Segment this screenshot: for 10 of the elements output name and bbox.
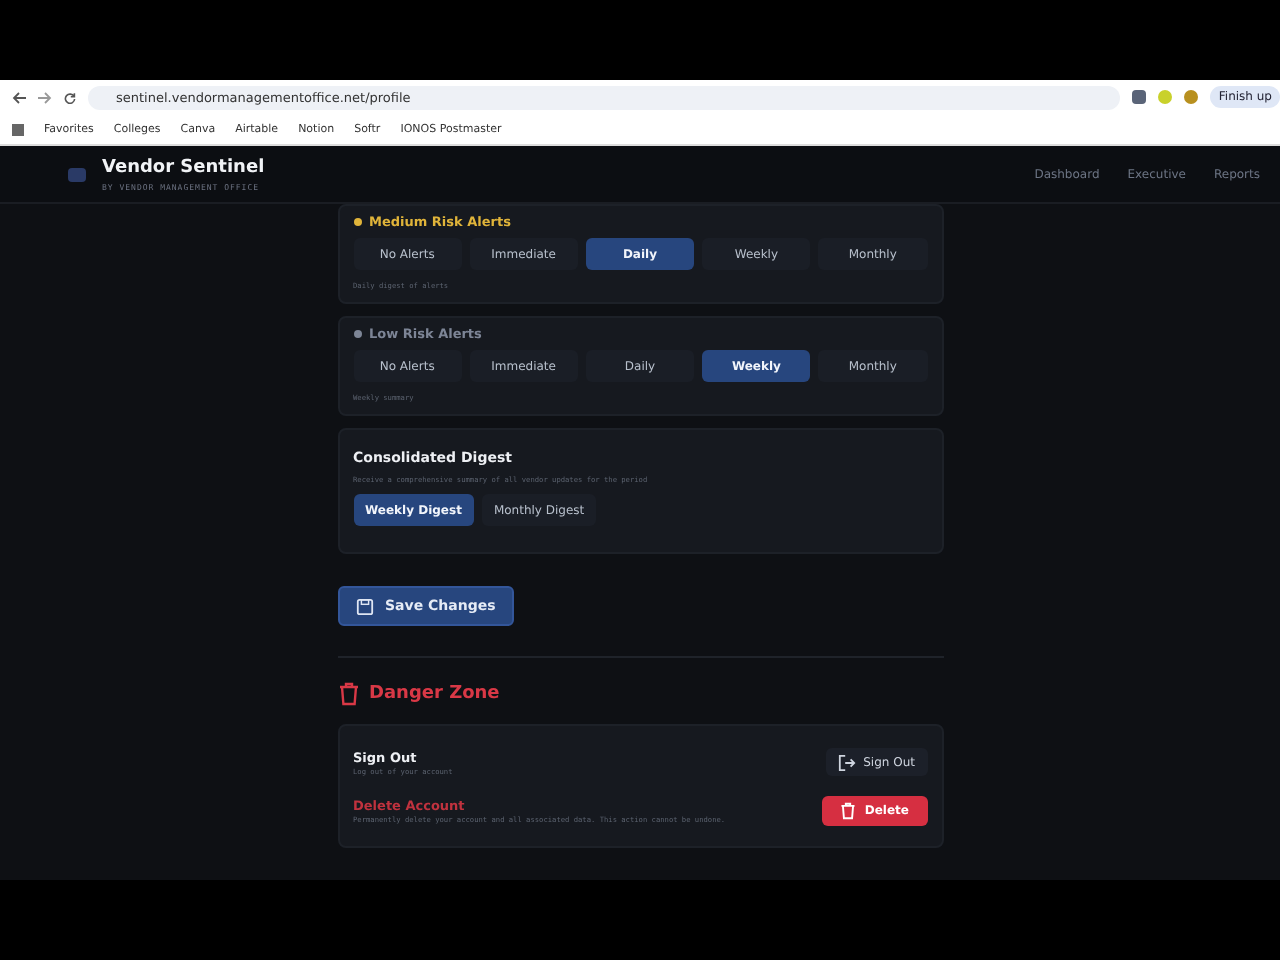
trash-icon <box>337 682 359 706</box>
forward-icon[interactable] <box>38 91 52 103</box>
trash-icon <box>840 801 857 819</box>
avatar-icon[interactable] <box>1184 90 1199 104</box>
logo-icon <box>68 167 86 181</box>
app-title: Vendor Sentinel <box>102 157 265 177</box>
danger-zone-title: Danger Zone <box>369 684 500 704</box>
sign-out-icon <box>837 753 856 771</box>
reload-icon[interactable] <box>64 91 76 103</box>
back-icon[interactable] <box>12 91 26 103</box>
